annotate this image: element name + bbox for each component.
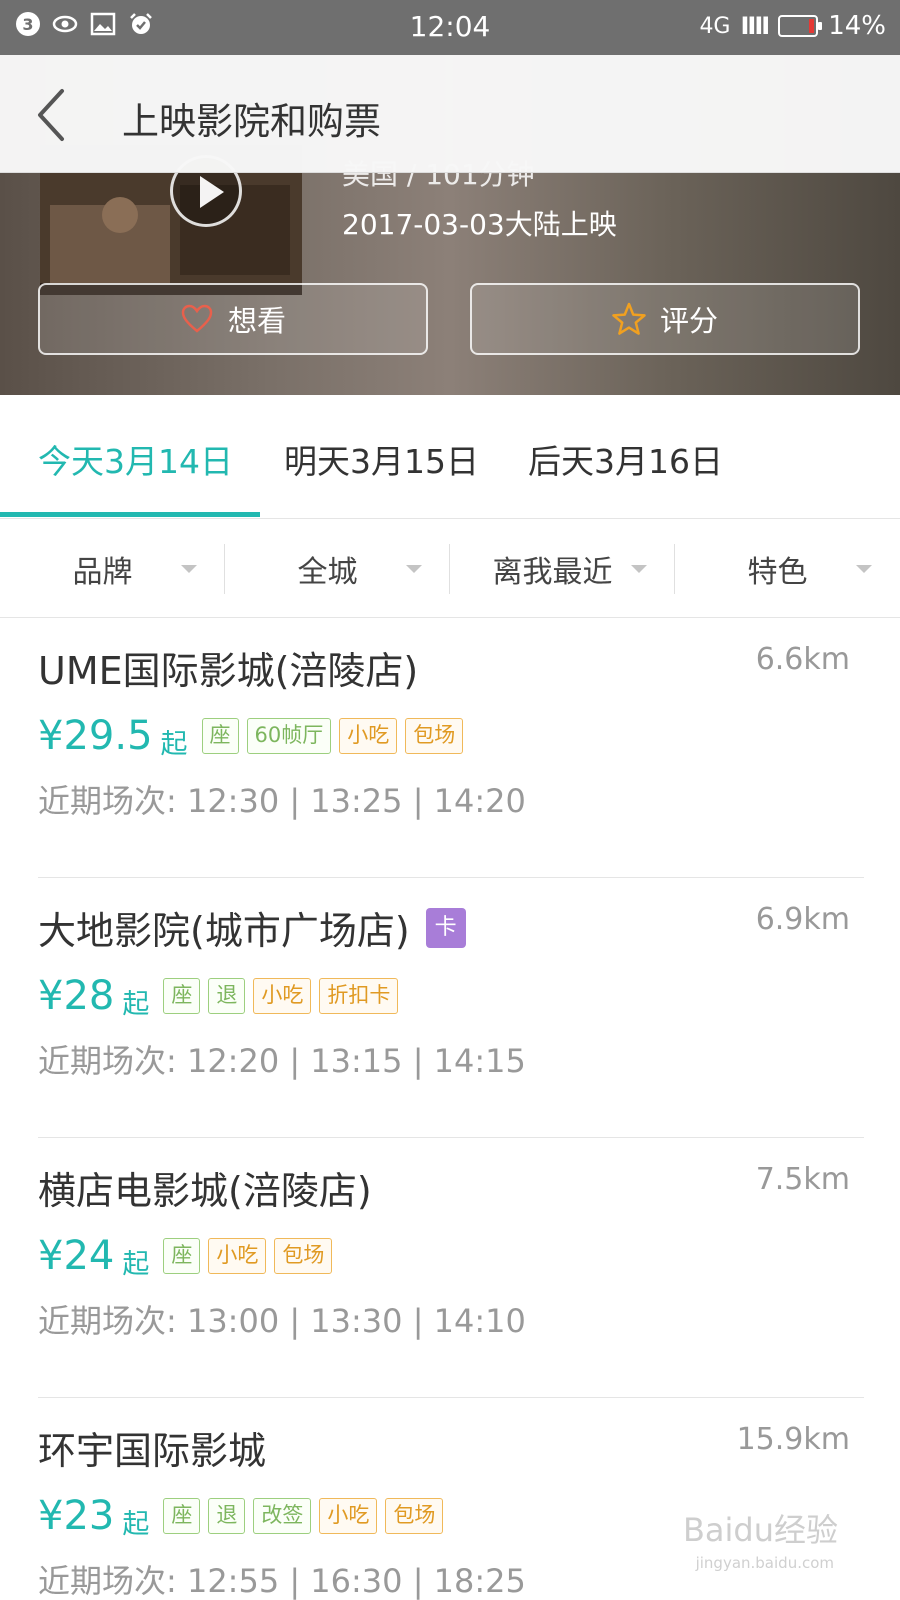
cinema-distance: 6.9km [755, 902, 850, 937]
price-suffix: 起 [122, 1249, 150, 1280]
tag: 折扣卡 [319, 977, 399, 1014]
filter-brand[interactable]: 品牌 [0, 520, 225, 618]
tag: 退 [208, 977, 246, 1014]
cinema-name-text: 横店电影城(涪陵店) [38, 1169, 372, 1213]
price: ¥23 [38, 1492, 115, 1539]
back-arrow-icon[interactable] [32, 85, 72, 145]
price-row: ¥28 起 座 退 小吃 折扣卡 [38, 970, 399, 1021]
cinema-name: 横店电影城(涪陵店) [38, 1160, 372, 1215]
rate-button[interactable]: 评分 [470, 283, 860, 355]
cinema-item[interactable]: 大地影院(城市广场店) 卡 6.9km ¥28 起 座 退 小吃 折扣卡 近期场… [38, 878, 864, 1138]
tab-tomorrow[interactable]: 明天3月15日 [284, 435, 479, 483]
cinema-name-text: 大地影院(城市广场店) [38, 909, 410, 953]
watermark-logo: Baidu经验 [682, 1511, 838, 1549]
price-row: ¥24 起 座 小吃 包场 [38, 1230, 333, 1281]
star-icon [612, 302, 646, 335]
status-right-icons: 4G IIII 14% [699, 11, 886, 41]
battery-percent: 14% [828, 11, 886, 41]
tag: 小吃 [253, 977, 312, 1014]
tag: 包场 [274, 1237, 333, 1274]
tag: 60帧厅 [246, 717, 332, 754]
price-row: ¥23 起 座 退 改签 小吃 包场 [38, 1490, 444, 1541]
cinema-distance: 15.9km [736, 1422, 850, 1457]
cinema-name: 大地影院(城市广场店) 卡 [38, 900, 466, 955]
release-date: 2017-03-03大陆上映 [342, 208, 617, 241]
cinema-item[interactable]: UME国际影城(涪陵店) 6.6km ¥29.5 起 座 60帧厅 小吃 包场 … [38, 618, 864, 878]
price-suffix: 起 [122, 1509, 150, 1540]
filter-feature-label: 特色 [747, 555, 808, 590]
page-title: 上映影院和购票 [122, 100, 381, 143]
tag: 退 [208, 1497, 246, 1534]
tag: 改签 [253, 1497, 312, 1534]
filter-brand-label: 品牌 [72, 555, 133, 590]
price-suffix: 起 [160, 729, 188, 760]
chevron-down-icon [181, 565, 197, 573]
filter-distance-label: 离我最近 [492, 555, 613, 590]
filter-area[interactable]: 全城 [225, 520, 450, 618]
price: ¥28 [38, 972, 115, 1019]
price-suffix: 起 [122, 989, 150, 1020]
watermark-url: jingyan.baidu.com [695, 1554, 834, 1572]
card-badge: 卡 [425, 907, 466, 948]
cinema-item[interactable]: 横店电影城(涪陵店) 7.5km ¥24 起 座 小吃 包场 近期场次: 13:… [38, 1138, 864, 1398]
date-tabs: 今天3月14日 明天3月15日 后天3月16日 [0, 395, 900, 519]
price: ¥29.5 [38, 712, 153, 759]
filter-distance[interactable]: 离我最近 [450, 520, 675, 618]
network-type: 4G [699, 13, 731, 39]
tag: 小吃 [339, 717, 398, 754]
tag: 座 [163, 977, 201, 1014]
cinema-distance: 6.6km [755, 642, 850, 677]
rate-label: 评分 [659, 304, 718, 338]
showtimes: 近期场次: 13:00 | 13:30 | 14:10 [38, 1302, 526, 1340]
signal-icon: IIII [740, 12, 770, 40]
cinema-distance: 7.5km [755, 1162, 850, 1197]
heart-icon [181, 304, 213, 333]
cinema-name-text: 环宇国际影城 [38, 1429, 267, 1473]
tag: 座 [163, 1237, 201, 1274]
filter-bar: 品牌 全城 离我最近 特色 [0, 520, 900, 618]
active-tab-indicator [0, 512, 260, 517]
tag: 包场 [385, 1497, 444, 1534]
filter-area-label: 全城 [297, 555, 358, 590]
showtimes: 近期场次: 12:55 | 16:30 | 18:25 [38, 1562, 526, 1600]
want-label: 想看 [227, 304, 286, 338]
tag: 小吃 [319, 1497, 378, 1534]
chevron-down-icon [856, 565, 872, 573]
tag: 小吃 [208, 1237, 267, 1274]
price: ¥24 [38, 1232, 115, 1279]
tab-day-after[interactable]: 后天3月16日 [528, 435, 723, 483]
cinema-name-text: UME国际影城(涪陵店) [38, 649, 419, 693]
tag: 座 [201, 717, 239, 754]
showtimes: 近期场次: 12:30 | 13:25 | 14:20 [38, 782, 526, 820]
tab-today[interactable]: 今天3月14日 [38, 435, 233, 483]
cinema-name: UME国际影城(涪陵店) [38, 640, 418, 695]
nav-bar: 上映影院和购票 [0, 55, 900, 173]
tag: 包场 [405, 717, 464, 754]
cinema-name: 环宇国际影城 [38, 1420, 266, 1475]
chevron-down-icon [631, 565, 647, 573]
want-to-see-button[interactable]: 想看 [38, 283, 428, 355]
chevron-down-icon [406, 565, 422, 573]
tag: 座 [163, 1497, 201, 1534]
filter-feature[interactable]: 特色 [675, 520, 900, 618]
battery-icon [778, 15, 823, 37]
showtimes: 近期场次: 12:20 | 13:15 | 14:15 [38, 1042, 526, 1080]
price-row: ¥29.5 起 座 60帧厅 小吃 包场 [38, 710, 464, 761]
status-bar: 3 12:04 4G IIII 14% [0, 0, 900, 55]
